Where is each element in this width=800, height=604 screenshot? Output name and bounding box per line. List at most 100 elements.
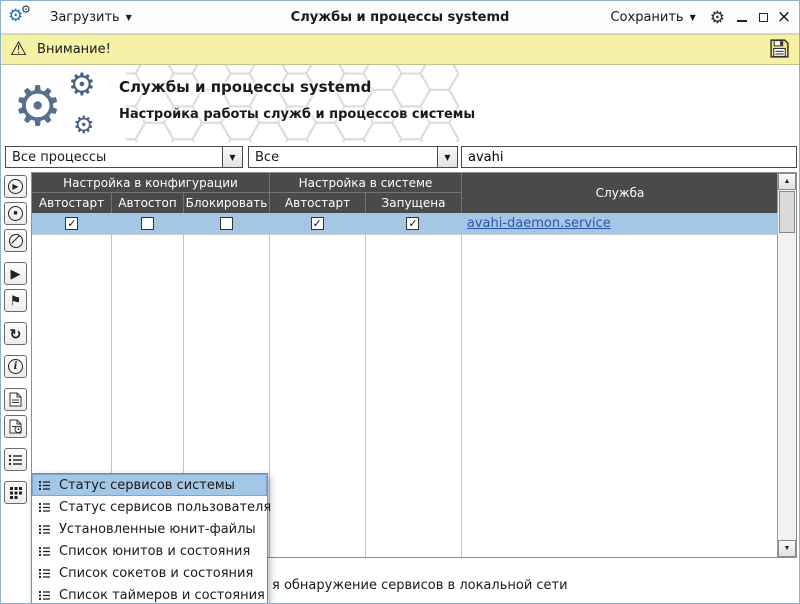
menu-item[interactable]: Статус сервисов системы: [32, 474, 267, 496]
search-input[interactable]: [461, 146, 797, 168]
hex-pattern: [126, 65, 459, 142]
settings-gear-button[interactable]: ⚙: [705, 9, 730, 26]
vertical-scrollbar[interactable]: ▲ ▼: [777, 173, 796, 557]
page-title: Службы и процессы systemd: [119, 78, 371, 96]
table-header: Настройка в конфигурации Настройка в сис…: [32, 173, 778, 213]
load-button-label: Загрузить: [50, 10, 120, 25]
menu-item-label: Список сокетов и состояния: [59, 566, 253, 581]
left-toolbar: ▶ ■ ▶ ⚑ ↻ i: [4, 175, 30, 508]
scrollbar-thumb[interactable]: [779, 191, 795, 233]
menu-item[interactable]: Список сокетов и состояния: [32, 562, 267, 584]
menu-item-label: Статус сервисов пользователя: [59, 500, 271, 515]
column-header[interactable]: Запущена: [366, 193, 462, 213]
dropdown-arrow-icon: ▼: [222, 147, 242, 167]
warning-triangle-icon: ⚠: [10, 40, 27, 59]
gear-icon: ⚙: [710, 8, 725, 27]
filter-bar: Все процессы ▼ Все ▼: [1, 143, 799, 171]
titlebar: ⚙ ⚙ Загрузить ▼ Службы и процессы system…: [1, 1, 799, 34]
scroll-up-button[interactable]: ▲: [778, 173, 796, 190]
start-icon: ▶: [11, 267, 21, 280]
column-header-row: АвтостартАвтостопБлокироватьАвтостартЗап…: [32, 193, 462, 213]
scope-filter-dropdown[interactable]: Все ▼: [248, 146, 458, 168]
menu-item[interactable]: Список таймеров и состояния: [32, 584, 267, 604]
scroll-down-button[interactable]: ▼: [778, 540, 796, 557]
start-button[interactable]: ▶: [4, 262, 27, 285]
close-icon: ×: [777, 9, 791, 26]
menu-item-label: Список юнитов и состояния: [59, 544, 250, 559]
dropdown-arrow-icon: ▼: [437, 147, 457, 167]
service-link[interactable]: avahi-daemon.service: [467, 216, 611, 231]
block-button[interactable]: [4, 229, 27, 252]
document-icon: [9, 392, 22, 407]
stop-circle-button[interactable]: ■: [4, 202, 27, 225]
list-table-icon: [38, 502, 51, 513]
status-text: я обнаружение сервисов в локальной сети: [272, 578, 568, 593]
save-button-label: Сохранить: [610, 10, 683, 25]
column-header[interactable]: Автостарт: [270, 193, 366, 213]
warning-bar: ⚠ Внимание!: [1, 34, 799, 65]
warning-label: Внимание!: [37, 42, 111, 57]
checked-checkbox[interactable]: ✓: [65, 217, 78, 230]
context-menu: Статус сервисов системы Статус сервисов п…: [31, 473, 268, 604]
column-divider: [365, 213, 366, 557]
scope-filter-value: Все: [249, 147, 437, 167]
finish-flag-button[interactable]: ⚑: [4, 289, 27, 312]
table-rows: ✓ ✓ ✓ avahi-daemon.service: [32, 213, 778, 235]
menu-item[interactable]: Список юнитов и состояния: [32, 540, 267, 562]
floppy-disk-icon: [769, 38, 790, 62]
grid-button[interactable]: [4, 481, 27, 504]
app-window: ⚙ ⚙ Загрузить ▼ Службы и процессы system…: [0, 0, 800, 604]
menu-item[interactable]: Статус сервисов пользователя: [32, 496, 267, 518]
process-filter-dropdown[interactable]: Все процессы ▼: [5, 146, 243, 168]
menu-item-label: Статус сервисов системы: [59, 478, 235, 493]
column-header[interactable]: Автостарт: [32, 193, 112, 213]
column-header[interactable]: Автостоп: [112, 193, 184, 213]
refresh-button[interactable]: ↻: [4, 322, 27, 345]
finish-flag-icon: ⚑: [10, 294, 22, 307]
page-subtitle: Настройка работы служб и процессов систе…: [119, 107, 475, 122]
gears-logo-icon: ⚙ ⚙ ⚙: [11, 67, 119, 141]
run-circle-button[interactable]: ▶: [4, 175, 27, 198]
list-table-icon: [38, 480, 51, 491]
list-button[interactable]: [4, 448, 27, 471]
info-button[interactable]: i: [4, 355, 27, 378]
block-icon: [9, 234, 23, 248]
close-button[interactable]: ×: [775, 8, 793, 26]
group-header-config: Настройка в конфигурации: [32, 173, 270, 193]
titlebar-right: Сохранить ▼ ⚙ ×: [604, 7, 799, 28]
column-header[interactable]: Блокировать: [184, 193, 270, 213]
menu-item-label: Установленные юнит-файлы: [59, 522, 256, 537]
checked-checkbox[interactable]: ✓: [311, 217, 324, 230]
checkbox-cell: ✓: [32, 213, 112, 234]
hexagon-background: [126, 65, 459, 142]
list-table-icon: [38, 568, 51, 579]
grid-icon: [9, 486, 22, 499]
checkbox-cell: [184, 213, 270, 234]
chevron-down-icon: ▼: [126, 14, 132, 22]
maximize-icon: [759, 13, 768, 22]
journal-button[interactable]: [4, 415, 27, 438]
unchecked-checkbox[interactable]: [220, 217, 233, 230]
minimize-button[interactable]: [733, 8, 751, 26]
scroll-down-icon: ▼: [784, 545, 791, 552]
run-circle-icon: ▶: [8, 179, 23, 194]
save-changes-button[interactable]: [769, 38, 790, 62]
stop-circle-icon: ■: [8, 206, 23, 221]
chevron-down-icon: ▼: [690, 14, 696, 22]
checkbox-cell: ✓: [269, 213, 365, 234]
window-title: Службы и процессы systemd: [291, 10, 510, 25]
refresh-icon: ↻: [10, 327, 22, 341]
column-header-service[interactable]: Служба: [462, 173, 778, 213]
save-button[interactable]: Сохранить ▼: [604, 7, 701, 28]
checked-checkbox[interactable]: ✓: [406, 217, 419, 230]
maximize-button[interactable]: [754, 8, 772, 26]
load-button[interactable]: Загрузить ▼: [44, 7, 138, 28]
list-table-icon: [38, 524, 51, 535]
list-table-icon: [38, 590, 51, 601]
document-button[interactable]: [4, 388, 27, 411]
unchecked-checkbox[interactable]: [141, 217, 154, 230]
menu-item[interactable]: Установленные юнит-файлы: [32, 518, 267, 540]
app-header: ⚙ ⚙ ⚙ Службы и процессы systemd Настройк…: [1, 65, 799, 143]
minimize-icon: [737, 20, 747, 22]
table-row[interactable]: ✓ ✓ ✓ avahi-daemon.service: [32, 213, 778, 235]
